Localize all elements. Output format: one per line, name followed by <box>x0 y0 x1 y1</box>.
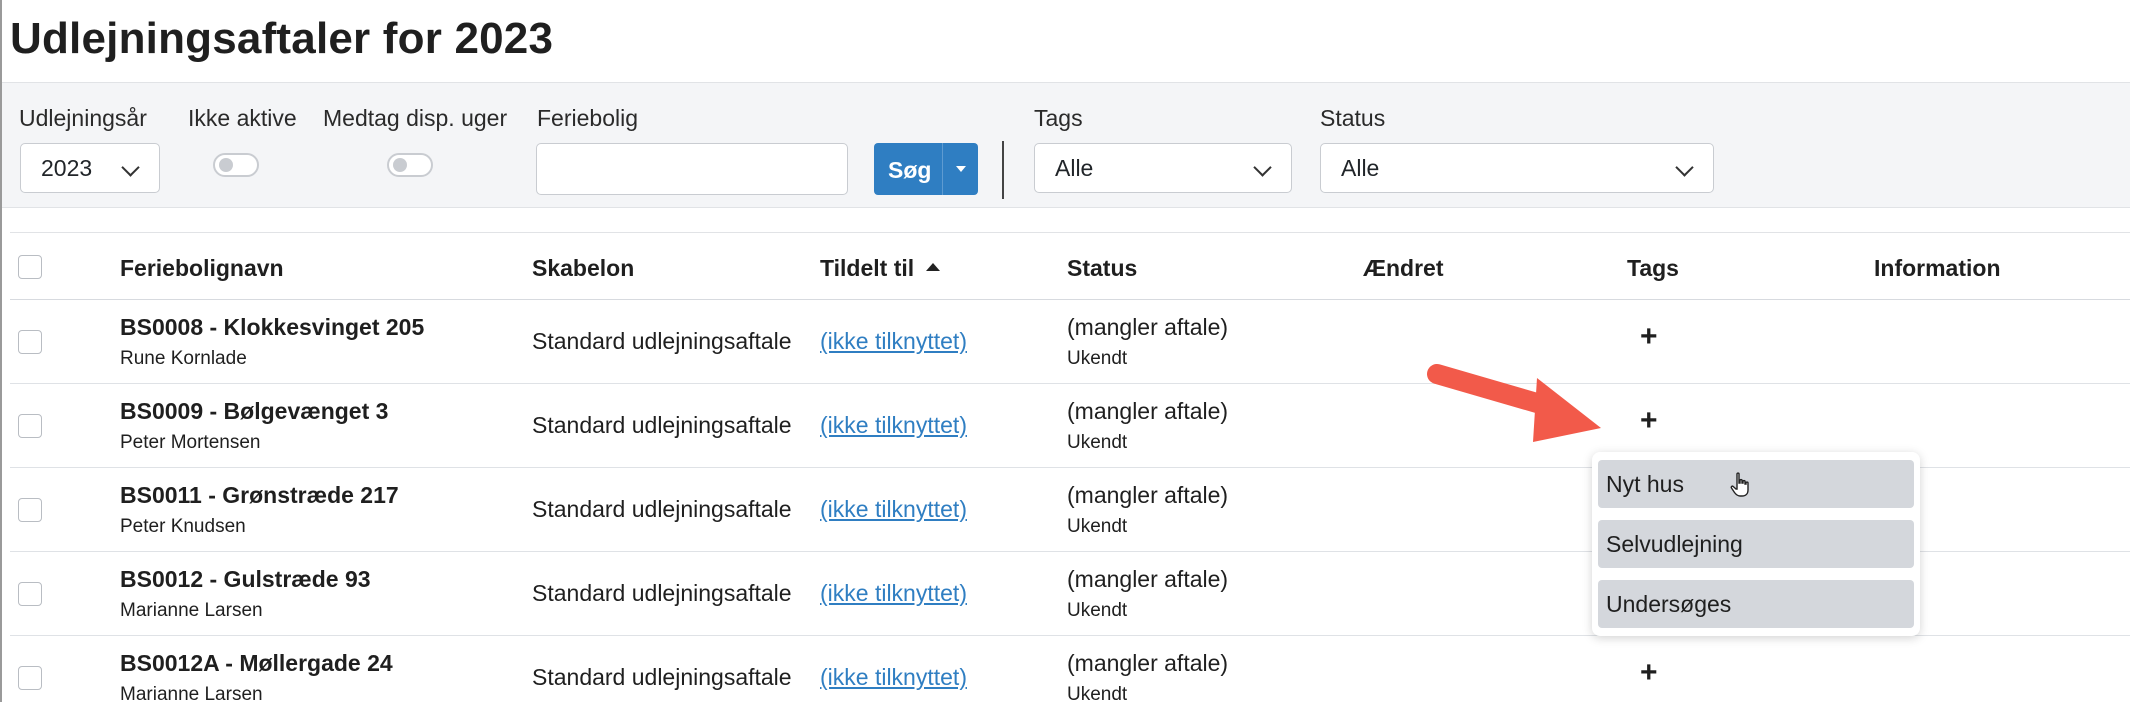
owner-name: Marianne Larsen <box>120 600 263 621</box>
col-info[interactable]: Information <box>1874 255 2001 282</box>
search-button[interactable]: Søg <box>874 143 978 195</box>
inactive-toggle[interactable] <box>213 153 259 177</box>
template: Standard udlejningsaftale <box>532 580 792 606</box>
tag-option-nyt-hus[interactable]: Nyt hus <box>1598 460 1914 508</box>
tag-option-undersoges[interactable]: Undersøges <box>1598 580 1914 628</box>
col-assigned-label: Tildelt til <box>820 255 915 281</box>
button-divider <box>942 143 943 195</box>
assigned-link[interactable]: (ikke tilknyttet) <box>820 664 967 691</box>
template: Standard udlejningsaftale <box>532 496 792 522</box>
annotation-arrow-icon <box>1427 364 1601 442</box>
template: Standard udlejningsaftale <box>532 664 792 690</box>
assigned-link[interactable]: (ikke tilknyttet) <box>820 580 967 607</box>
toggle-knob <box>393 158 407 172</box>
property-name: BS0012A - Møllergade 24 <box>120 650 393 676</box>
status-select[interactable]: Alle <box>1320 143 1714 193</box>
col-changed[interactable]: Ændret <box>1363 255 1444 282</box>
sort-ascending-icon <box>926 262 941 271</box>
assigned-link[interactable]: (ikke tilknyttet) <box>820 328 967 355</box>
property-input[interactable] <box>536 143 848 195</box>
row-checkbox[interactable] <box>18 330 42 354</box>
property-label: Feriebolig <box>537 105 638 131</box>
page-title: Udlejningsaftaler for 2023 <box>10 14 554 63</box>
filter-separator <box>1002 141 1004 199</box>
property-name: BS0012 - Gulstræde 93 <box>120 566 371 592</box>
owner-name: Marianne Larsen <box>120 684 263 702</box>
owner-name: Rune Kornlade <box>120 348 247 369</box>
row-checkbox[interactable] <box>18 666 42 690</box>
assigned-link[interactable]: (ikke tilknyttet) <box>820 496 967 523</box>
status: (mangler aftale) <box>1067 398 1229 424</box>
hand-cursor-icon <box>1730 472 1749 497</box>
chevron-down-icon <box>1675 158 1694 177</box>
status-sub: Ukendt <box>1067 348 1128 369</box>
row-checkbox[interactable] <box>18 582 42 606</box>
year-select[interactable]: 2023 <box>20 143 160 193</box>
template: Standard udlejningsaftale <box>532 412 792 438</box>
col-assigned[interactable]: Tildelt til <box>820 255 941 282</box>
status: (mangler aftale) <box>1067 482 1229 508</box>
property-name: BS0009 - Bølgevænget 3 <box>120 398 389 424</box>
toggle-knob <box>219 158 233 172</box>
add-tag-button[interactable]: + <box>1640 322 1658 352</box>
status: (mangler aftale) <box>1067 566 1229 592</box>
tag-option-label: Undersøges <box>1606 591 1732 617</box>
tags-label: Tags <box>1034 105 1083 131</box>
tag-option-selvudlejning[interactable]: Selvudlejning <box>1598 520 1914 568</box>
add-tag-button[interactable]: + <box>1640 658 1658 688</box>
col-template[interactable]: Skabelon <box>532 255 634 282</box>
filter-bar: Udlejningsår 2023 Ikke aktive Medtag dis… <box>2 82 2130 208</box>
status-select-value: Alle <box>1341 155 1380 181</box>
tag-option-label: Nyt hus <box>1606 471 1684 497</box>
status-sub: Ukendt <box>1067 600 1128 621</box>
row-checkbox[interactable] <box>18 414 42 438</box>
inactive-label: Ikke aktive <box>188 105 297 131</box>
status-label: Status <box>1320 105 1386 131</box>
status: (mangler aftale) <box>1067 650 1229 676</box>
property-name: BS0008 - Klokkesvinget 205 <box>120 314 425 340</box>
year-select-value: 2023 <box>41 155 93 181</box>
status-sub: Ukendt <box>1067 432 1128 453</box>
year-label: Udlejningsår <box>19 105 147 131</box>
table-row[interactable]: BS0012A - Møllergade 24 Marianne Larsen … <box>10 636 2130 702</box>
caret-down-icon[interactable] <box>956 166 966 172</box>
chevron-down-icon <box>1253 158 1272 177</box>
table-header: Feriebolignavn Skabelon Tildelt til Stat… <box>10 232 2130 300</box>
row-checkbox[interactable] <box>18 498 42 522</box>
status-sub: Ukendt <box>1067 516 1128 537</box>
tags-select-value: Alle <box>1055 155 1094 181</box>
col-tags[interactable]: Tags <box>1627 255 1679 282</box>
tag-dropdown-menu: Nyt hus Selvudlejning Undersøges <box>1592 452 1920 636</box>
include-disp-label: Medtag disp. uger <box>323 105 508 131</box>
col-status[interactable]: Status <box>1067 255 1137 282</box>
table-row[interactable]: BS0008 - Klokkesvinget 205 Rune Kornlade… <box>10 300 2130 384</box>
assigned-link[interactable]: (ikke tilknyttet) <box>820 412 967 439</box>
property-name: BS0011 - Grønstræde 217 <box>120 482 399 508</box>
tag-option-label: Selvudlejning <box>1606 531 1743 557</box>
include-disp-toggle[interactable] <box>387 153 433 177</box>
search-button-label: Søg <box>888 157 932 183</box>
col-name[interactable]: Feriebolignavn <box>120 255 284 282</box>
template: Standard udlejningsaftale <box>532 328 792 354</box>
chevron-down-icon <box>121 158 140 177</box>
owner-name: Peter Mortensen <box>120 432 261 453</box>
owner-name: Peter Knudsen <box>120 516 246 537</box>
status: (mangler aftale) <box>1067 314 1229 340</box>
select-all-checkbox[interactable] <box>18 255 42 279</box>
tags-select[interactable]: Alle <box>1034 143 1292 193</box>
status-sub: Ukendt <box>1067 684 1128 702</box>
